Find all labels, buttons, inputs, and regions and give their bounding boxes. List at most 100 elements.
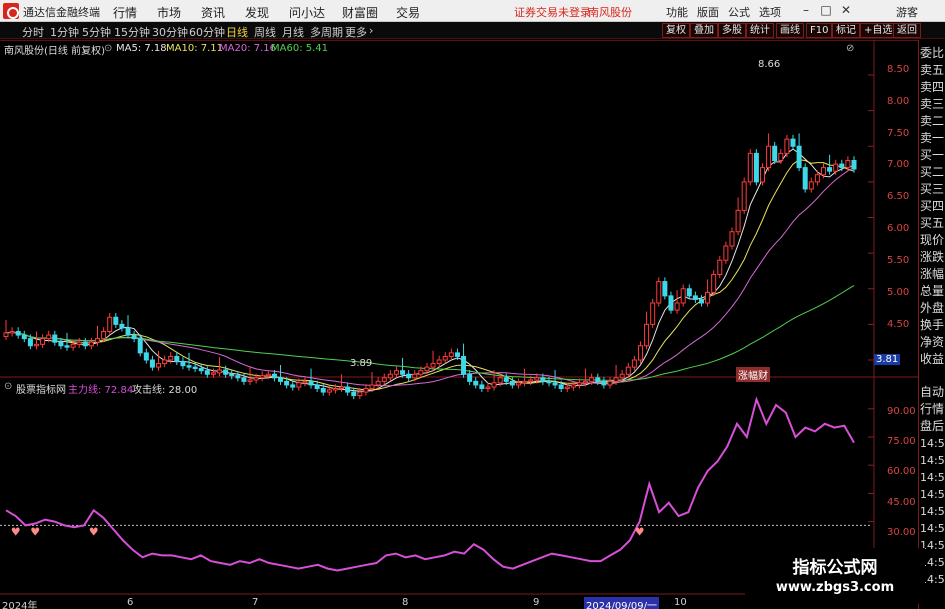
candle — [131, 330, 137, 343]
candle-body — [485, 386, 491, 390]
candle — [717, 255, 723, 279]
candle-body — [27, 338, 33, 347]
candle — [381, 373, 387, 385]
close-icon[interactable]: ✕ — [837, 2, 855, 19]
period-weekly[interactable]: 周线 — [254, 24, 276, 40]
candle-body — [332, 388, 338, 391]
candle — [747, 149, 753, 186]
sidebar-item: 卖五 — [920, 63, 945, 77]
period-more[interactable]: 更多 — [345, 24, 367, 40]
diejia-button[interactable]: 叠加 — [690, 23, 718, 38]
sidebar-time: 14:5 — [920, 454, 945, 467]
settings-icon[interactable]: ⊙ — [104, 43, 112, 54]
candle-body — [692, 295, 698, 300]
candle-body — [113, 316, 119, 325]
candle — [723, 241, 729, 264]
signal-heart-icon: ♥ — [30, 525, 40, 538]
candle-body — [613, 377, 619, 382]
candle — [735, 197, 741, 236]
period-30min[interactable]: 30分钟 — [152, 24, 188, 40]
login-notice[interactable]: 证券交易未登录 — [514, 4, 591, 20]
candle-body — [259, 375, 265, 379]
menu-caifuquan[interactable]: 财富圈 — [342, 4, 378, 21]
menu-zixun[interactable]: 资讯 — [201, 4, 225, 21]
period-15min[interactable]: 15分钟 — [114, 24, 150, 40]
zixuan-button[interactable]: +自选 — [860, 23, 897, 38]
candle-body — [3, 332, 9, 337]
candle-body — [637, 345, 643, 361]
signal-heart-icon: ♥ — [635, 525, 645, 538]
candle-body — [705, 291, 711, 304]
huaxian-button[interactable]: 画线 — [776, 23, 804, 38]
menu-shichang[interactable]: 市场 — [157, 4, 181, 21]
candle-body — [430, 363, 436, 368]
y-tick: 8.00 — [887, 96, 910, 107]
candle — [174, 352, 180, 365]
period-fenshi[interactable]: 分时 — [22, 24, 44, 40]
menu-wenxiaoda[interactable]: 问小达 — [289, 4, 325, 21]
ind-y-tick: 45.00 — [887, 497, 916, 508]
candle-body — [656, 281, 662, 304]
tongji-button[interactable]: 统计 — [746, 23, 774, 38]
sidebar-item: 总量 — [920, 284, 945, 298]
candle-body — [845, 160, 851, 169]
candle-body — [698, 298, 704, 304]
candle-body — [192, 366, 198, 370]
tag-badge[interactable]: 涨幅财 — [736, 367, 770, 382]
fanhui-button[interactable]: 返回 — [893, 23, 921, 38]
candle — [680, 284, 686, 307]
pin-icon[interactable]: ⊘ — [846, 43, 854, 54]
candle-body — [125, 327, 131, 336]
candle — [393, 366, 399, 378]
candle-body — [534, 377, 540, 381]
candle — [107, 312, 113, 336]
candle — [82, 337, 88, 350]
sidebar-time: 14:5 — [920, 488, 945, 501]
candle-body — [40, 338, 46, 345]
minimize-icon[interactable]: – — [797, 2, 815, 19]
sidebar-panhou[interactable]: 盘后 — [920, 419, 944, 433]
duogu-button[interactable]: 多股 — [718, 23, 746, 38]
biaoji-button[interactable]: 标记 — [832, 23, 860, 38]
candle-body — [595, 377, 601, 382]
period-60min[interactable]: 60分钟 — [189, 24, 225, 40]
indicator-settings-icon[interactable]: ⊙ — [4, 381, 12, 392]
ind-y-tick: 75.00 — [887, 436, 916, 447]
y-tick: 6.00 — [887, 223, 910, 234]
candle-body — [162, 359, 168, 365]
sidebar-item: 买五 — [920, 216, 945, 230]
candle-body — [766, 145, 772, 169]
candle — [692, 291, 698, 303]
gongshi-button[interactable]: 公式 — [728, 4, 750, 20]
period-5min[interactable]: 5分钟 — [82, 24, 111, 40]
signal-heart-icon: ♥ — [89, 525, 99, 538]
candle — [259, 371, 265, 382]
sidebar-hangqing[interactable]: 行情 — [920, 402, 944, 416]
menu-faxian[interactable]: 发现 — [245, 4, 269, 21]
chevron-right-icon[interactable]: › — [369, 24, 373, 37]
guest-label[interactable]: 游客 — [896, 4, 918, 20]
candle — [406, 369, 412, 382]
candle-body — [137, 338, 143, 354]
candle-body — [186, 365, 192, 368]
candle — [247, 367, 253, 385]
period-1min[interactable]: 1分钟 — [50, 24, 79, 40]
candle-body — [528, 379, 534, 382]
banmian-button[interactable]: 版面 — [697, 4, 719, 20]
gongneng-button[interactable]: 功能 — [666, 4, 688, 20]
candle-body — [119, 323, 125, 329]
xuanxiang-button[interactable]: 选项 — [759, 4, 781, 20]
chart-canvas[interactable]: ♥ ♥ ♥ ♥ — [0, 40, 918, 597]
candle-body — [381, 377, 387, 382]
maximize-icon[interactable]: □ — [817, 2, 835, 19]
period-monthly[interactable]: 月线 — [282, 24, 304, 40]
f10-button[interactable]: F10 — [806, 23, 833, 38]
candle — [637, 341, 643, 364]
period-multi[interactable]: 多周期 — [310, 24, 343, 40]
fuquan-button[interactable]: 复权 — [662, 23, 690, 38]
menu-hangqing[interactable]: 行情 — [113, 4, 137, 21]
candle-body — [284, 380, 290, 386]
menu-jiaoyi[interactable]: 交易 — [396, 4, 420, 21]
sidebar-auto[interactable]: 自动 — [920, 385, 944, 399]
period-daily[interactable]: 日线 — [226, 24, 248, 40]
